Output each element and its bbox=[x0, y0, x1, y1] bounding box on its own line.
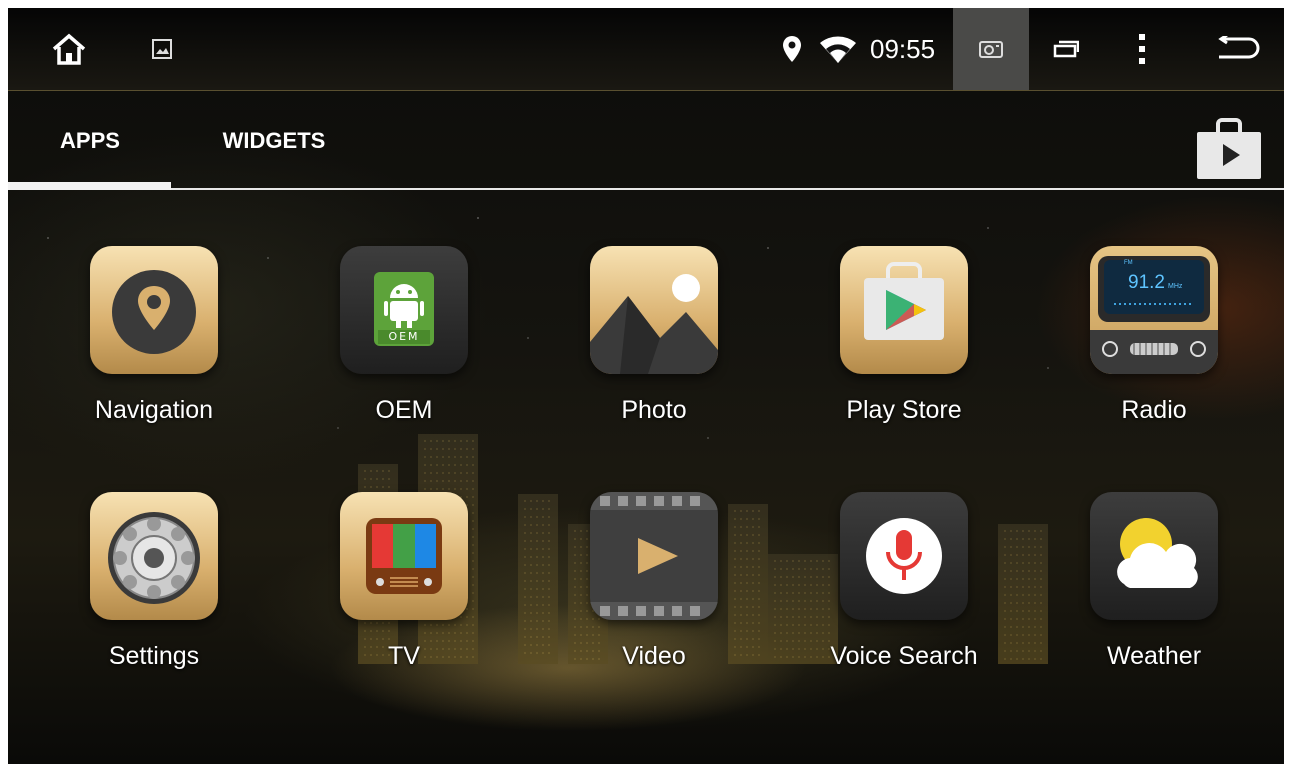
radio-unit: MHz bbox=[1167, 283, 1183, 290]
app-label: TV bbox=[388, 642, 420, 670]
settings-gear-icon bbox=[90, 492, 218, 620]
home-icon[interactable] bbox=[44, 8, 94, 90]
recent-apps-icon bbox=[1053, 40, 1079, 58]
skyline-building bbox=[518, 494, 558, 664]
app-settings[interactable]: Settings bbox=[64, 492, 244, 712]
app-label: Video bbox=[622, 642, 686, 670]
tab-widgets[interactable]: WIDGETS bbox=[204, 91, 344, 191]
launcher-screen: 09:55 APPS WIDGETS Navigation OEM OEM Ph… bbox=[8, 8, 1284, 764]
play-store-shortcut-button[interactable] bbox=[1196, 118, 1262, 180]
app-label: Radio bbox=[1121, 396, 1187, 424]
microphone-icon bbox=[840, 492, 968, 620]
back-button[interactable] bbox=[1208, 8, 1268, 90]
navigation-icon bbox=[90, 246, 218, 374]
app-voice-search[interactable]: Voice Search bbox=[814, 492, 994, 712]
recent-apps-button[interactable] bbox=[1044, 8, 1088, 90]
app-label: Settings bbox=[108, 642, 200, 670]
play-store-icon bbox=[840, 246, 968, 374]
photo-icon bbox=[590, 246, 718, 374]
app-photo[interactable]: Photo bbox=[564, 246, 744, 466]
radio-frequency: 91.2 bbox=[1128, 272, 1165, 293]
overflow-menu-icon bbox=[1139, 34, 1145, 64]
tab-selected-indicator bbox=[8, 182, 171, 190]
tab-divider bbox=[8, 188, 1284, 190]
shopping-bag-icon bbox=[1197, 118, 1261, 179]
app-label: Weather bbox=[1106, 642, 1202, 670]
screenshot-icon bbox=[979, 41, 1003, 58]
app-label: Navigation bbox=[94, 396, 214, 424]
overflow-menu-button[interactable] bbox=[1122, 8, 1162, 90]
app-radio[interactable]: 91.2 MHz FM Radio bbox=[1064, 246, 1244, 466]
app-label: OEM bbox=[375, 396, 433, 424]
back-icon bbox=[1218, 36, 1260, 59]
oem-android-icon: OEM bbox=[340, 246, 468, 374]
clock-time: 09:55 bbox=[870, 34, 936, 64]
screenshot-button[interactable] bbox=[953, 8, 1029, 90]
app-label: Voice Search bbox=[830, 642, 978, 670]
radio-band: FM bbox=[1124, 260, 1133, 266]
app-oem[interactable]: OEM OEM bbox=[314, 246, 494, 466]
oem-badge-text: OEM bbox=[388, 330, 420, 343]
tv-icon bbox=[340, 492, 468, 620]
tab-apps[interactable]: APPS bbox=[38, 91, 142, 191]
video-icon bbox=[590, 492, 718, 620]
app-label: Photo bbox=[621, 396, 687, 424]
gallery-icon[interactable] bbox=[144, 8, 180, 90]
app-tv[interactable]: TV bbox=[314, 492, 494, 712]
status-bar: 09:55 bbox=[8, 8, 1284, 91]
weather-icon bbox=[1090, 492, 1218, 620]
app-play-store[interactable]: Play Store bbox=[814, 246, 994, 466]
radio-icon: 91.2 MHz FM bbox=[1090, 246, 1218, 374]
location-icon bbox=[780, 8, 804, 90]
app-video[interactable]: Video bbox=[564, 492, 744, 712]
app-label: Play Store bbox=[846, 396, 962, 424]
app-weather[interactable]: Weather bbox=[1064, 492, 1244, 712]
app-navigation[interactable]: Navigation bbox=[64, 246, 244, 466]
tab-bar: APPS WIDGETS bbox=[8, 91, 1284, 191]
wifi-icon bbox=[818, 8, 858, 90]
